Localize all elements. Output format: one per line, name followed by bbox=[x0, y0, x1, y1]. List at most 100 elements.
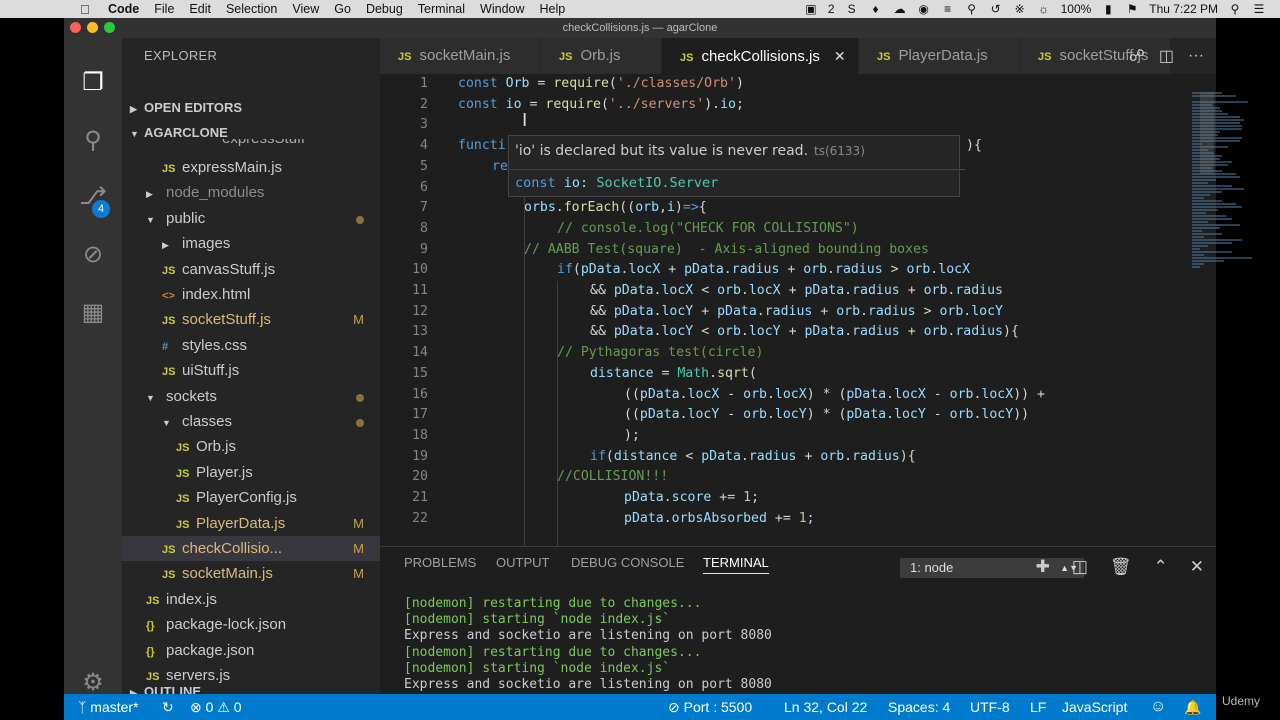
file-socketmain-js[interactable]: JS socketMain.js M bbox=[122, 561, 380, 586]
menu-view[interactable]: View bbox=[292, 2, 319, 16]
code-line-21: pData.score += 1; bbox=[624, 490, 760, 505]
close-icon[interactable]: ✕ bbox=[834, 48, 846, 64]
menu-terminal[interactable]: Terminal bbox=[418, 2, 465, 16]
more-icon[interactable]: ··· bbox=[1188, 47, 1204, 65]
split-terminal-icon[interactable]: ◫ bbox=[1072, 557, 1088, 577]
git-branch-icon: ᛉ bbox=[78, 699, 87, 715]
file-index-js[interactable]: JS index.js bbox=[122, 587, 380, 612]
wifi-icon[interactable]: ☼ bbox=[1037, 2, 1051, 16]
tree-item-label: package-lock.json bbox=[166, 616, 287, 634]
flag-icon[interactable]: ⚑ bbox=[1125, 2, 1139, 16]
explorer-icon[interactable]: ❐ bbox=[78, 68, 108, 98]
language-mode[interactable]: JavaScript bbox=[1062, 694, 1127, 720]
apple-icon[interactable]:  bbox=[80, 2, 94, 17]
menu-window[interactable]: Window bbox=[480, 2, 524, 16]
debug-icon[interactable]: ⊘ bbox=[78, 240, 108, 270]
menu-app-code[interactable]: Code bbox=[108, 2, 139, 16]
file-playerconfig-js[interactable]: JS PlayerConfig.js bbox=[122, 485, 380, 510]
file-expressmain-js[interactable]: JS expressMain.js bbox=[122, 155, 380, 180]
skype-icon[interactable]: S bbox=[845, 2, 859, 16]
file-package-lock-json[interactable]: {} package-lock.json bbox=[122, 612, 380, 637]
code-line-11: && pData.locX < orb.locX + pData.radius … bbox=[590, 283, 1003, 298]
tab-terminal[interactable]: TERMINAL bbox=[703, 555, 769, 574]
editor-scrollbar[interactable] bbox=[1200, 92, 1214, 174]
branch-indicator[interactable]: ᛉ master* bbox=[78, 694, 139, 720]
tab-orb[interactable]: JS Orb.js bbox=[541, 38, 661, 74]
tree-item-label: servers.js bbox=[166, 667, 231, 684]
line-ending[interactable]: LF bbox=[1030, 694, 1046, 720]
file-canvasstuff-js[interactable]: JS canvasStuff.js bbox=[122, 257, 380, 282]
minimize-window-button[interactable] bbox=[87, 22, 98, 33]
file-orb-js[interactable]: JS Orb.js bbox=[122, 434, 380, 459]
file-socketstuff-js[interactable]: JS socketStuff.js M bbox=[122, 307, 380, 332]
notification-center-icon[interactable]: ☰ bbox=[1252, 2, 1266, 16]
search-icon[interactable]: ⚲ bbox=[78, 126, 108, 156]
clock[interactable]: Thu 7:22 PM bbox=[1149, 2, 1218, 16]
tab-playerdata[interactable]: JS PlayerData.js bbox=[859, 38, 1019, 74]
tab-checkcollisions[interactable]: JS checkCollisions.js ✕ bbox=[662, 38, 858, 74]
tab-socketmain[interactable]: JS socketMain.js bbox=[380, 38, 540, 74]
new-terminal-icon[interactable]: ✚ bbox=[1036, 557, 1050, 577]
menu-selection[interactable]: Selection bbox=[226, 2, 277, 16]
close-window-button[interactable] bbox=[70, 22, 81, 33]
close-panel-icon[interactable]: ✕ bbox=[1190, 557, 1204, 577]
tree-item-label: index.html bbox=[182, 286, 251, 303]
open-editors-label: OPEN EDITORS bbox=[144, 100, 243, 115]
cursor-position[interactable]: Ln 32, Col 22 bbox=[784, 694, 867, 720]
code-line-9: // AABB Test(square) - Axis-aligned boun… bbox=[524, 241, 929, 257]
tab-output[interactable]: OUTPUT bbox=[496, 555, 549, 570]
battery-icon[interactable]: ▮ bbox=[1101, 2, 1115, 16]
tab-actions: ☍ ◫ ··· bbox=[1129, 38, 1216, 74]
compare-icon[interactable]: ☍ bbox=[1129, 46, 1145, 66]
notification-icon[interactable]: ▣ bbox=[804, 2, 818, 16]
feedback-smiley-icon[interactable]: ☺ bbox=[1150, 694, 1166, 720]
bell-icon[interactable]: 🔔 bbox=[1184, 694, 1201, 720]
file-styles-css[interactable]: # styles.css bbox=[122, 333, 380, 358]
menu-file[interactable]: File bbox=[154, 2, 174, 16]
menu-go[interactable]: Go bbox=[334, 2, 351, 16]
bluetooth-icon[interactable]: ※ bbox=[1013, 2, 1027, 16]
dropbox-icon[interactable]: ♦ bbox=[869, 2, 883, 16]
tab-problems[interactable]: PROBLEMS bbox=[404, 555, 476, 570]
code-line-7: orbs.forEach((orb,i)=>{ bbox=[524, 200, 707, 216]
trash-icon[interactable]: 🗑 bbox=[1110, 557, 1132, 577]
menu-edit[interactable]: Edit bbox=[189, 2, 211, 16]
file-player-js[interactable]: JS Player.js bbox=[122, 460, 380, 485]
file-uistuff-js[interactable]: JS uiStuff.js bbox=[122, 358, 380, 383]
tab-debug-console[interactable]: DEBUG CONSOLE bbox=[571, 555, 684, 570]
file-playerdata-js[interactable]: JS PlayerData.js M bbox=[122, 511, 380, 536]
status-bar: ᛉ master* ↻ ⊗ 0 ⚠ 0 ⊘ Port : 5500 Ln 32,… bbox=[64, 694, 1216, 720]
sync-icon[interactable]: ↻ bbox=[162, 694, 174, 720]
folder-classes[interactable]: ▼ classes bbox=[122, 409, 380, 434]
indentation[interactable]: Spaces: 4 bbox=[888, 694, 950, 720]
cloud-icon[interactable]: ☁ bbox=[893, 2, 907, 16]
file-checkcollisio-[interactable]: JS checkCollisio... M bbox=[122, 536, 380, 561]
hover-message-text: 'io' is declared but its value is never … bbox=[515, 143, 809, 159]
pin-icon[interactable]: ⚲ bbox=[965, 2, 979, 16]
folder-public[interactable]: ▼ public bbox=[122, 206, 380, 231]
js-file-icon: JS bbox=[877, 51, 891, 63]
menu-debug[interactable]: Debug bbox=[366, 2, 403, 16]
code-line-16: ((pData.locX - orb.locX) * (pData.locX -… bbox=[624, 386, 1045, 402]
split-editor-icon[interactable]: ◫ bbox=[1159, 46, 1174, 66]
stats-icon[interactable]: ≡ bbox=[941, 2, 955, 16]
folder-sockets[interactable]: ▼ sockets bbox=[122, 384, 380, 409]
spotlight-icon[interactable]: ⚲ bbox=[1228, 2, 1242, 16]
folder-images[interactable]: ▶ images bbox=[122, 231, 380, 256]
tree-item-label: Orb.js bbox=[196, 438, 237, 456]
folder-node-modules[interactable]: ▶ node_modules bbox=[122, 180, 380, 205]
tree-item-label: node_modules bbox=[166, 184, 265, 202]
open-editors-section[interactable]: ▶ OPEN EDITORS bbox=[122, 97, 380, 119]
chevron-up-icon[interactable]: ⌃ bbox=[1154, 557, 1168, 577]
live-server-port[interactable]: ⊘ Port : 5500 bbox=[668, 694, 752, 720]
file-index-html[interactable]: <> index.html bbox=[122, 282, 380, 307]
vpn-icon[interactable]: ◉ bbox=[917, 2, 931, 16]
timemachine-icon[interactable]: ↺ bbox=[989, 2, 1003, 16]
notification-count: 2 bbox=[827, 2, 835, 16]
extensions-icon[interactable]: ▦ bbox=[78, 298, 108, 328]
file-package-json[interactable]: {} package.json bbox=[122, 638, 380, 663]
zoom-window-button[interactable] bbox=[104, 22, 115, 33]
problems-indicator[interactable]: ⊗ 0 ⚠ 0 bbox=[190, 694, 242, 720]
encoding[interactable]: UTF-8 bbox=[970, 694, 1010, 720]
menu-help[interactable]: Help bbox=[540, 2, 566, 16]
